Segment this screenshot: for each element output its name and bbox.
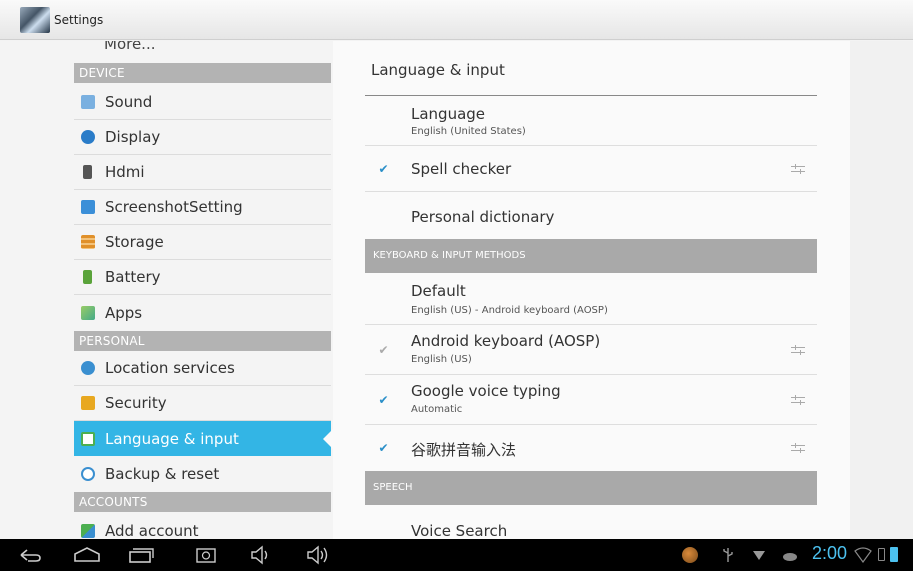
android-keyboard-checkbox[interactable]: ✔ [377,344,390,357]
usb-icon [723,548,733,562]
sidebar-item-sound[interactable]: Sound [74,85,331,120]
sidebar-item-language[interactable]: Language & input [74,421,333,456]
action-bar: Settings [0,0,913,40]
section-header-accounts: ACCOUNTS [74,492,331,512]
pref-title: Default [411,282,466,300]
notification-app-icon[interactable] [682,547,698,563]
volume-up-icon[interactable] [306,539,330,571]
settings-app-icon[interactable] [20,6,50,33]
home-icon[interactable] [73,539,101,571]
pref-title: Personal dictionary [411,208,555,226]
sound-icon [81,95,95,109]
pref-title: Language [411,105,486,123]
storage-icon [81,235,95,249]
section-header-personal: PERSONAL [74,331,331,351]
sidebar-item-label: Battery [105,268,161,286]
page-title: Language & input [371,61,505,79]
sidebar-item-label: Language & input [105,429,239,448]
sidebar-item-label: Backup & reset [105,464,220,483]
language-input-panel: Language & input Language English (Unite… [333,41,850,539]
sidebar-item-label: Display [105,128,161,146]
location-icon [81,361,95,375]
pinyin-settings-icon[interactable] [791,442,805,455]
sidebar-item-label: Hdmi [105,163,145,181]
pref-spell-checker[interactable]: ✔ Spell checker [365,146,817,192]
back-icon[interactable] [18,539,42,571]
section-header-device: DEVICE [74,63,331,83]
sidebar-item-label: Add account [105,521,199,540]
pref-summary: English (United States) [411,126,526,137]
sidebar-item-location[interactable]: Location services [74,351,331,386]
pref-personal-dictionary[interactable]: Personal dictionary [365,192,817,239]
hdmi-icon [83,165,92,179]
lock-icon [81,396,95,410]
pref-language[interactable]: Language English (United States) [365,96,817,146]
sidebar-item-hdmi[interactable]: Hdmi [74,155,331,190]
pref-voice-search[interactable]: Voice Search [365,505,817,539]
speech-header: SPEECH [365,471,817,505]
app-title: Settings [54,12,104,27]
pref-summary: English (US) - Android keyboard (AOSP) [411,305,608,316]
keyboard-input-methods-header: KEYBOARD & INPUT METHODS [365,239,817,273]
add-account-icon [81,523,95,538]
sidebar-item-more[interactable]: More... [104,41,156,53]
sidebar-item-backup[interactable]: Backup & reset [74,456,331,491]
pref-default-keyboard[interactable]: Default English (US) - Android keyboard … [365,273,817,325]
screenshot-icon [81,200,95,214]
sidebar-item-display[interactable]: Display [74,120,331,155]
backup-icon [81,466,95,481]
pref-title: Spell checker [411,160,512,178]
right-gutter [850,41,913,539]
usb-debug-icon [753,551,765,560]
pref-title: Android keyboard (AOSP) [411,332,601,350]
google-voice-settings-icon[interactable] [791,394,805,407]
android-debug-icon [783,553,797,561]
language-icon [81,431,95,446]
sidebar-item-apps[interactable]: Apps [74,295,331,330]
sidebar-item-label: Storage [105,233,164,251]
sidebar-item-add-account[interactable]: Add account [74,513,331,539]
sidebar-item-battery[interactable]: Battery [74,260,331,295]
pref-title: Voice Search [411,522,508,539]
pinyin-checkbox[interactable]: ✔ [377,442,390,455]
settings-sidebar: More... DEVICE Sound Display Hdmi Screen… [0,41,333,539]
wifi-icon [854,547,872,563]
sidebar-item-label: ScreenshotSetting [105,198,243,216]
status-clock: 2:00 [812,543,848,563]
google-voice-checkbox[interactable]: ✔ [377,394,390,407]
sidebar-item-screenshot[interactable]: ScreenshotSetting [74,190,331,225]
pref-title: Google voice typing [411,382,561,400]
spell-checker-checkbox[interactable]: ✔ [377,163,390,176]
pref-summary: English (US) [411,354,472,365]
sidebar-item-label: Sound [105,93,153,111]
sidebar-item-label: Location services [105,359,235,377]
sidebar-item-security[interactable]: Security [74,386,331,421]
recent-apps-icon[interactable] [128,539,154,571]
system-navigation-bar: 2:00 [0,539,913,571]
sidebar-item-label: Apps [105,303,143,322]
pref-google-pinyin[interactable]: ✔ 谷歌拼音输入法 [365,425,817,471]
apps-icon [81,305,95,320]
spell-checker-settings-icon[interactable] [791,163,805,176]
battery-icon [83,270,92,284]
screenshot-button-icon[interactable] [195,539,217,571]
pref-summary: Automatic [411,404,463,415]
battery-status-icon [890,547,898,562]
android-keyboard-settings-icon[interactable] [791,344,805,357]
sidebar-item-label: Security [105,394,167,412]
display-icon [81,130,95,144]
signal-icon [878,548,885,561]
pref-android-keyboard[interactable]: ✔ Android keyboard (AOSP) English (US) [365,325,817,375]
pref-google-voice-typing[interactable]: ✔ Google voice typing Automatic [365,375,817,425]
pref-title: 谷歌拼音输入法 [411,441,517,459]
volume-down-icon[interactable] [250,539,272,571]
sidebar-item-storage[interactable]: Storage [74,225,331,260]
